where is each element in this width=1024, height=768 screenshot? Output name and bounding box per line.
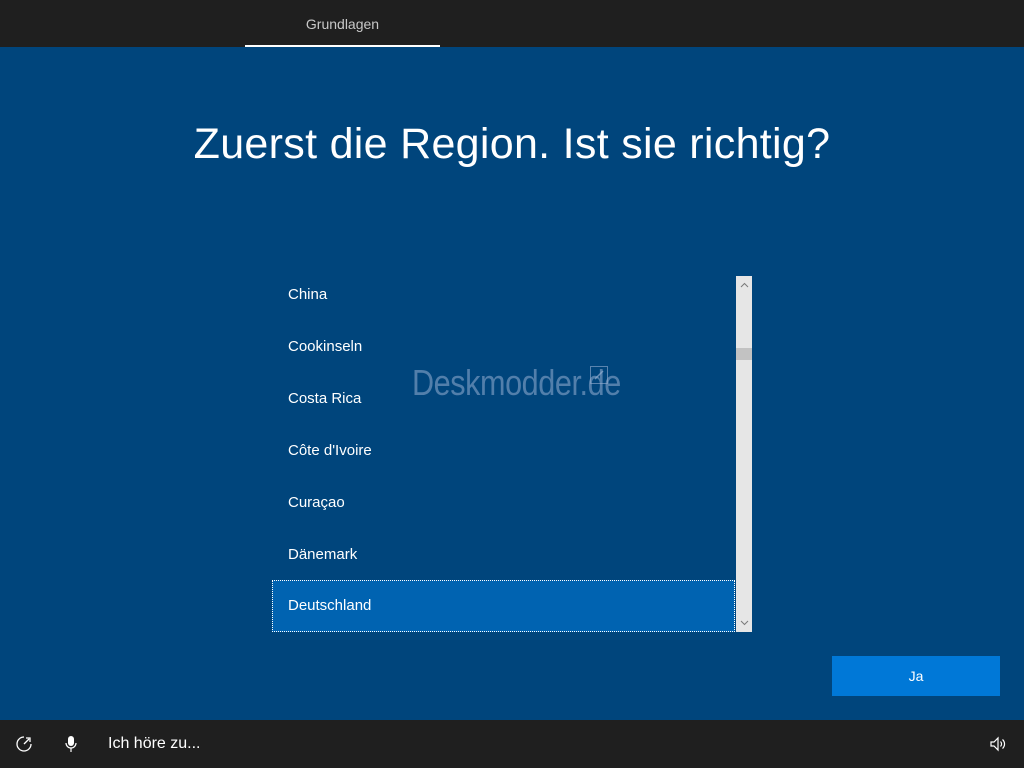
volume-icon[interactable] [988,734,1008,754]
bottom-bar: Ich höre zu... [0,720,1024,768]
list-item-selected[interactable]: Deutschland [272,580,735,632]
list-item[interactable]: Curaçao [272,484,735,536]
page-title: Zuerst die Region. Ist sie richtig? [193,120,831,168]
top-bar: Grundlagen [0,0,1024,47]
scroll-up-arrow-icon[interactable] [736,277,752,293]
microphone-icon[interactable] [61,734,81,754]
list-item[interactable]: Côte d'Ivoire [272,432,735,484]
yes-button[interactable]: Ja [832,656,1000,696]
listening-status: Ich höre zu... [108,735,201,752]
scroll-down-arrow-icon[interactable] [736,615,752,631]
ease-of-access-icon[interactable] [14,734,34,754]
region-list[interactable]: China Cookinseln Costa Rica Côte d'Ivoir… [272,276,752,632]
scroll-thumb[interactable] [736,348,752,360]
active-tab-indicator [245,45,440,47]
tab-grundlagen: Grundlagen [305,16,380,32]
list-scrollbar[interactable] [736,276,752,632]
list-item[interactable]: China [272,276,735,328]
watermark-pen-icon [590,366,608,384]
